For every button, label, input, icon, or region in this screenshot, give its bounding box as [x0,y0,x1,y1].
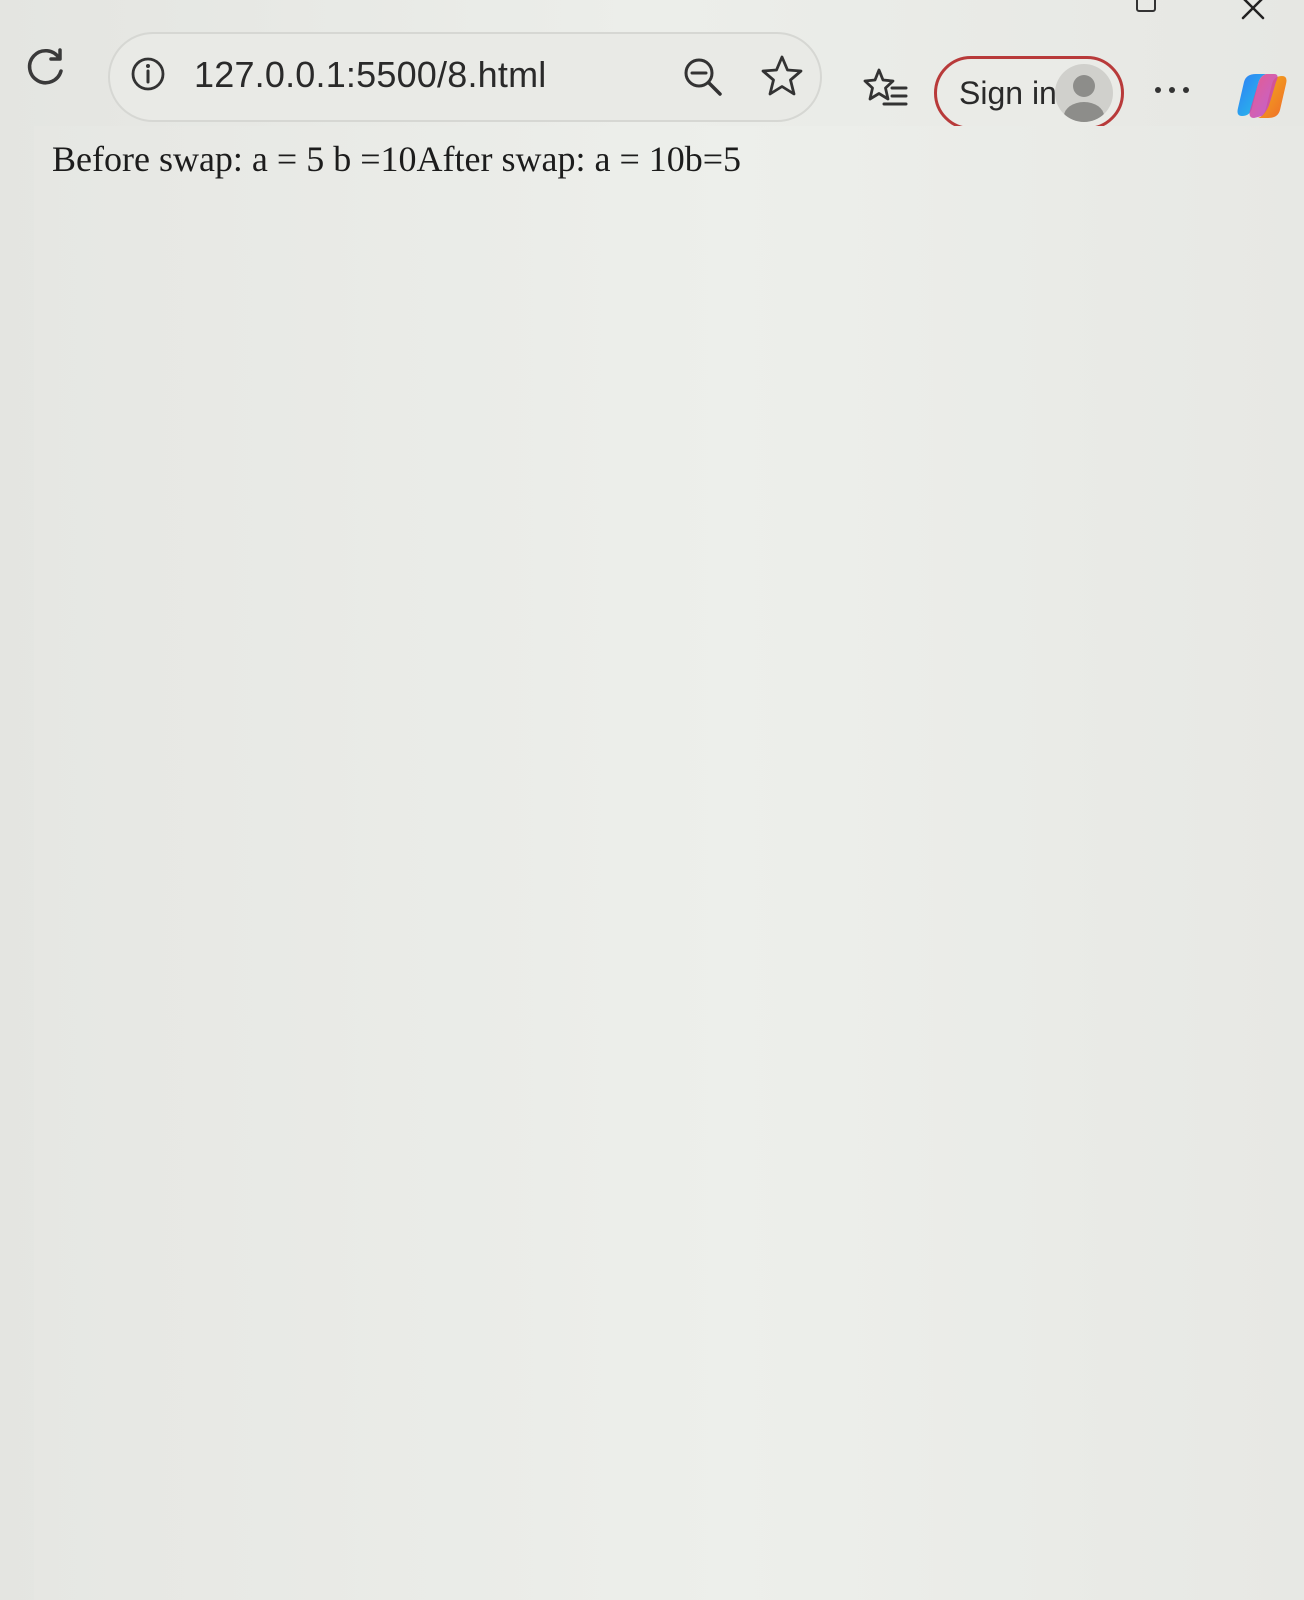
more-icon[interactable] [1152,80,1192,100]
favorites-icon[interactable] [862,66,910,114]
star-icon[interactable] [758,52,806,100]
address-bar[interactable]: 127.0.0.1:5500/8.html [108,32,822,122]
copilot-icon[interactable] [1234,68,1290,124]
page-content: Before swap: a = 5 b =10After swap: a = … [34,126,1304,1600]
profile-icon [1064,75,1104,122]
refresh-icon[interactable] [22,44,68,90]
sign-in-label: Sign in [959,75,1057,111]
sign-in-button[interactable]: Sign in [934,56,1124,130]
restore-icon[interactable] [1136,0,1156,12]
url-text[interactable]: 127.0.0.1:5500/8.html [194,54,546,96]
browser-window: 127.0.0.1:5500/8.html Sign in Before swa… [0,0,1304,1600]
info-icon[interactable] [128,54,168,94]
browser-toolbar: 127.0.0.1:5500/8.html Sign in [0,30,1304,140]
window-controls [1044,0,1304,30]
close-icon[interactable] [1239,0,1267,22]
swap-output-text: Before swap: a = 5 b =10After swap: a = … [52,139,742,179]
avatar [1055,64,1113,122]
zoom-out-icon[interactable] [680,54,726,100]
